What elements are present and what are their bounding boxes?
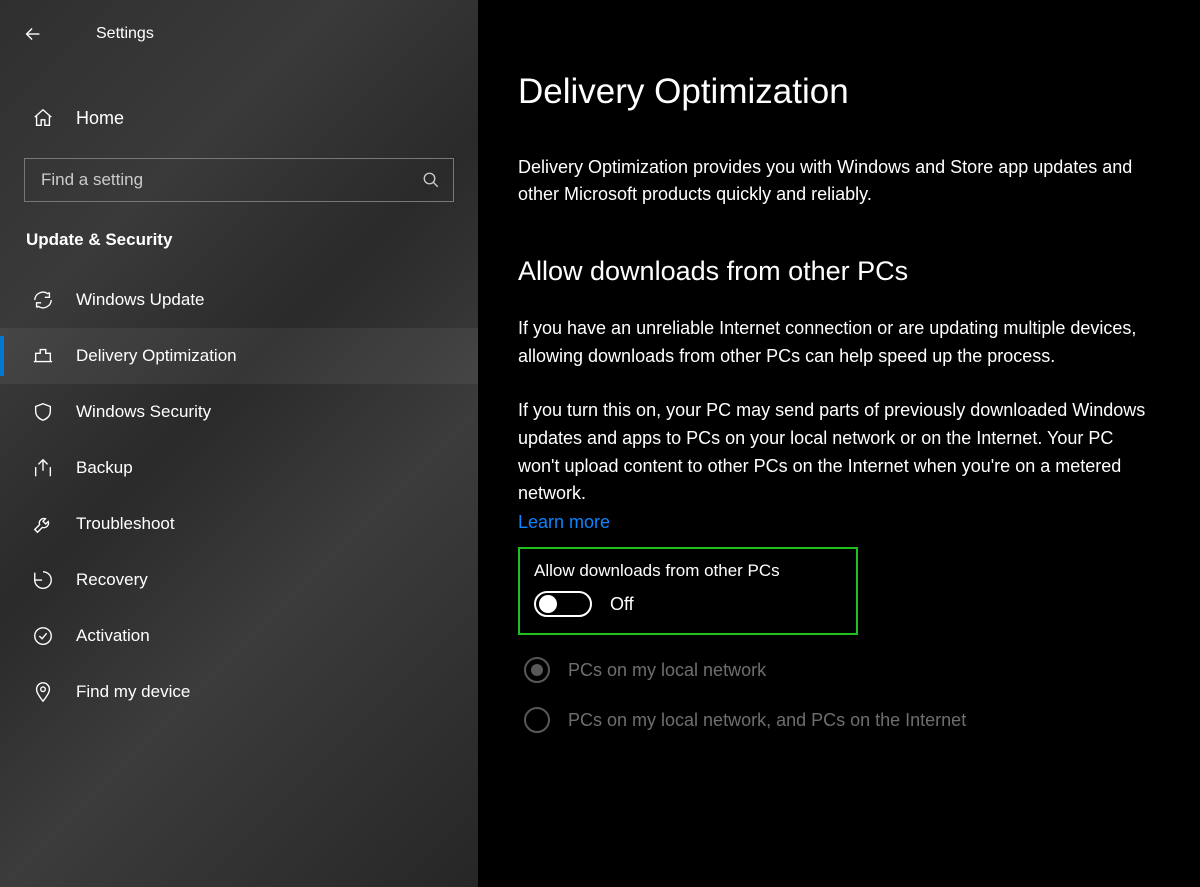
sidebar-item-label: Windows Update	[76, 290, 205, 310]
toggle-highlight-box: Allow downloads from other PCs Off	[518, 547, 858, 635]
sidebar: Settings Home Update & Security Windows …	[0, 0, 478, 887]
sidebar-item-recovery[interactable]: Recovery	[0, 552, 478, 608]
sidebar-item-windows-update[interactable]: Windows Update	[0, 272, 478, 328]
toggle-label: Allow downloads from other PCs	[534, 561, 842, 581]
radio-option-internet[interactable]: PCs on my local network, and PCs on the …	[524, 707, 1170, 733]
page-title: Delivery Optimization	[518, 72, 1170, 112]
sidebar-item-label: Backup	[76, 458, 133, 478]
content-pane: Delivery Optimization Delivery Optimizat…	[478, 0, 1200, 887]
section-paragraph-1: If you have an unreliable Internet conne…	[518, 315, 1158, 371]
radio-label: PCs on my local network	[568, 660, 766, 681]
radio-label: PCs on my local network, and PCs on the …	[568, 710, 966, 731]
allow-downloads-toggle[interactable]	[534, 591, 592, 617]
arrow-left-icon	[22, 23, 44, 45]
backup-icon	[32, 457, 54, 479]
intro-text: Delivery Optimization provides you with …	[518, 154, 1158, 208]
delivery-icon	[32, 345, 54, 367]
sidebar-item-delivery-optimization[interactable]: Delivery Optimization	[0, 328, 478, 384]
sidebar-item-backup[interactable]: Backup	[0, 440, 478, 496]
sidebar-item-find-my-device[interactable]: Find my device	[0, 664, 478, 720]
wrench-icon	[32, 513, 54, 535]
learn-more-link[interactable]: Learn more	[518, 512, 610, 532]
radio-option-local[interactable]: PCs on my local network	[524, 657, 1170, 683]
sidebar-item-windows-security[interactable]: Windows Security	[0, 384, 478, 440]
radio-icon	[524, 657, 550, 683]
location-icon	[32, 681, 54, 703]
sidebar-item-label: Activation	[76, 626, 150, 646]
section-paragraph-2: If you turn this on, your PC may send pa…	[518, 397, 1158, 509]
window-title: Settings	[96, 25, 154, 43]
search-input[interactable]	[24, 158, 454, 202]
sidebar-home[interactable]: Home	[0, 98, 478, 138]
check-circle-icon	[32, 625, 54, 647]
sidebar-item-label: Troubleshoot	[76, 514, 175, 534]
radio-icon	[524, 707, 550, 733]
search-icon	[422, 171, 440, 189]
sidebar-home-label: Home	[76, 108, 124, 129]
sidebar-item-label: Delivery Optimization	[76, 346, 237, 366]
sidebar-item-label: Recovery	[76, 570, 148, 590]
sidebar-nav: Windows Update Delivery Optimization Win…	[0, 272, 478, 720]
home-icon	[32, 107, 54, 129]
shield-icon	[32, 401, 54, 423]
sidebar-item-troubleshoot[interactable]: Troubleshoot	[0, 496, 478, 552]
back-button[interactable]	[22, 18, 62, 50]
sidebar-group-label: Update & Security	[26, 230, 478, 250]
sync-icon	[32, 289, 54, 311]
sidebar-item-label: Windows Security	[76, 402, 211, 422]
sidebar-item-activation[interactable]: Activation	[0, 608, 478, 664]
toggle-state: Off	[610, 594, 634, 615]
section-heading: Allow downloads from other PCs	[518, 256, 1170, 287]
recovery-icon	[32, 569, 54, 591]
sidebar-item-label: Find my device	[76, 682, 190, 702]
